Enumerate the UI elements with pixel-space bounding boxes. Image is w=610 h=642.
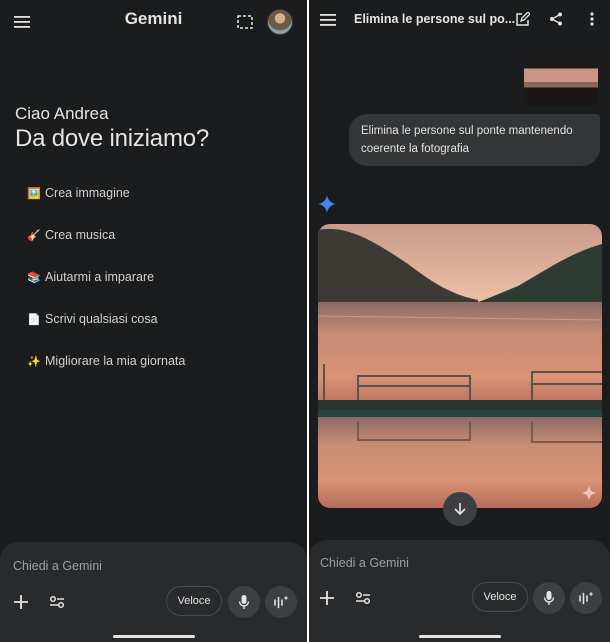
suggestion-learn[interactable]: 📚 Aiutarmi a imparare	[27, 270, 154, 284]
more-options-icon[interactable]	[581, 8, 603, 30]
suggestion-create-image[interactable]: 🖼️ Crea immagine	[27, 186, 130, 200]
tools-icon[interactable]	[347, 582, 379, 614]
selection-icon[interactable]	[233, 10, 257, 34]
generated-image[interactable]	[318, 224, 602, 508]
suggestion-label: Scrivi qualsiasi cosa	[45, 312, 158, 326]
books-icon: 📚	[27, 271, 41, 284]
greeting-question: Da dove iniziamo?	[15, 125, 210, 152]
greeting-name: Ciao Andrea	[15, 104, 109, 123]
gemini-sparkle-icon	[318, 195, 336, 218]
share-icon[interactable]	[545, 8, 567, 30]
add-icon[interactable]	[5, 586, 37, 618]
home-indicator	[418, 635, 501, 638]
suggestion-write[interactable]: 📄 Scrivi qualsiasi cosa	[27, 312, 158, 326]
user-avatar[interactable]	[267, 9, 293, 35]
chat-screen: Elimina le persone sul po... Elimina le …	[309, 0, 610, 642]
prompt-input[interactable]: Chiedi a Gemini	[320, 556, 409, 570]
model-mode-button[interactable]: Veloce	[472, 582, 528, 612]
prompt-input[interactable]: Chiedi a Gemini	[13, 559, 102, 573]
chat-title: Elimina le persone sul po...	[354, 12, 516, 26]
home-indicator	[112, 635, 195, 638]
document-icon: 📄	[27, 313, 41, 326]
uploaded-image-thumbnail[interactable]	[524, 60, 598, 106]
suggestion-create-music[interactable]: 🎸 Crea musica	[27, 228, 115, 242]
sparkles-icon: ✨	[27, 355, 41, 368]
suggestion-improve-day[interactable]: ✨ Migliorare la mia giornata	[27, 354, 185, 368]
live-audio-icon[interactable]	[265, 586, 297, 618]
new-chat-icon[interactable]	[511, 8, 533, 30]
tools-icon[interactable]	[41, 586, 73, 618]
home-screen: Gemini Ciao Andrea Da dove iniziamo? 🖼️ …	[0, 0, 307, 642]
guitar-icon: 🎸	[27, 229, 41, 242]
hamburger-menu-icon[interactable]	[317, 9, 339, 31]
microphone-icon[interactable]	[228, 586, 260, 618]
model-mode-button[interactable]: Veloce	[166, 586, 222, 616]
suggestion-label: Migliorare la mia giornata	[45, 354, 186, 368]
suggestion-label: Crea immagine	[45, 186, 130, 200]
app-title: Gemini	[124, 9, 183, 28]
picture-icon: 🖼️	[27, 187, 41, 200]
user-message-bubble: Elimina le persone sul ponte mantenendo …	[349, 114, 600, 166]
microphone-icon[interactable]	[533, 582, 565, 614]
live-audio-icon[interactable]	[570, 582, 602, 614]
scroll-down-icon[interactable]	[443, 492, 477, 526]
prompt-composer: Chiedi a Gemini Veloce	[309, 540, 610, 642]
prompt-composer: Chiedi a Gemini Veloce	[0, 542, 307, 642]
add-icon[interactable]	[311, 582, 343, 614]
suggestion-label: Aiutarmi a imparare	[45, 270, 155, 284]
suggestion-label: Crea musica	[45, 228, 116, 242]
